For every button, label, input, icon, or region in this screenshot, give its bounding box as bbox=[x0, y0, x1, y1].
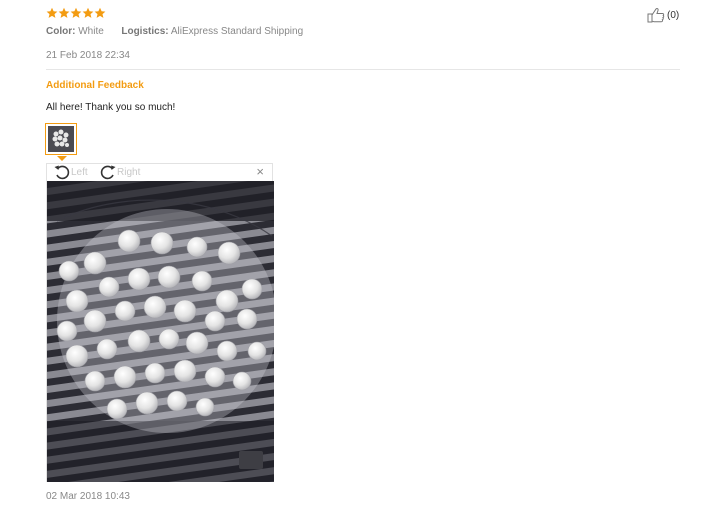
logistics-label: Logistics: bbox=[121, 26, 169, 37]
star-icon bbox=[70, 7, 82, 18]
star-icon bbox=[58, 7, 70, 18]
rating-stars bbox=[46, 7, 106, 19]
star-icon bbox=[82, 7, 94, 18]
rotate-left-icon bbox=[54, 165, 70, 180]
helpful-button[interactable]: (0) bbox=[647, 7, 679, 23]
additional-feedback-heading: Additional Feedback bbox=[46, 80, 144, 91]
additional-feedback-date: 02 Mar 2018 10:43 bbox=[46, 491, 130, 502]
rotate-right-label: Right bbox=[117, 166, 141, 178]
photo-thumbnail[interactable] bbox=[45, 123, 77, 155]
rotate-left-button[interactable]: Left bbox=[53, 164, 88, 180]
viewer-toolbar: Left Right × bbox=[47, 164, 272, 181]
rotate-right-button[interactable]: Right bbox=[99, 164, 140, 180]
additional-feedback-text: All here! Thank you so much! bbox=[46, 102, 176, 113]
order-info: Color: White Logistics: AliExpress Stand… bbox=[46, 26, 303, 37]
star-icon bbox=[94, 7, 106, 18]
review-date: 21 Feb 2018 22:34 bbox=[46, 50, 130, 61]
rotate-right-icon bbox=[100, 165, 116, 180]
thumbnail-image bbox=[48, 126, 74, 152]
image-viewer: Left Right × bbox=[46, 163, 274, 482]
close-icon[interactable]: × bbox=[256, 165, 264, 179]
star-icon bbox=[46, 7, 58, 18]
logistics-value: AliExpress Standard Shipping bbox=[170, 26, 304, 37]
color-label: Color: bbox=[46, 26, 76, 37]
thumbnail-pointer bbox=[57, 156, 67, 161]
divider bbox=[46, 69, 680, 70]
helpful-count: (0) bbox=[667, 9, 680, 21]
rotate-left-label: Left bbox=[71, 166, 88, 178]
review-photo bbox=[47, 181, 274, 482]
thumbs-up-icon bbox=[647, 8, 665, 23]
color-value: White bbox=[78, 26, 104, 37]
